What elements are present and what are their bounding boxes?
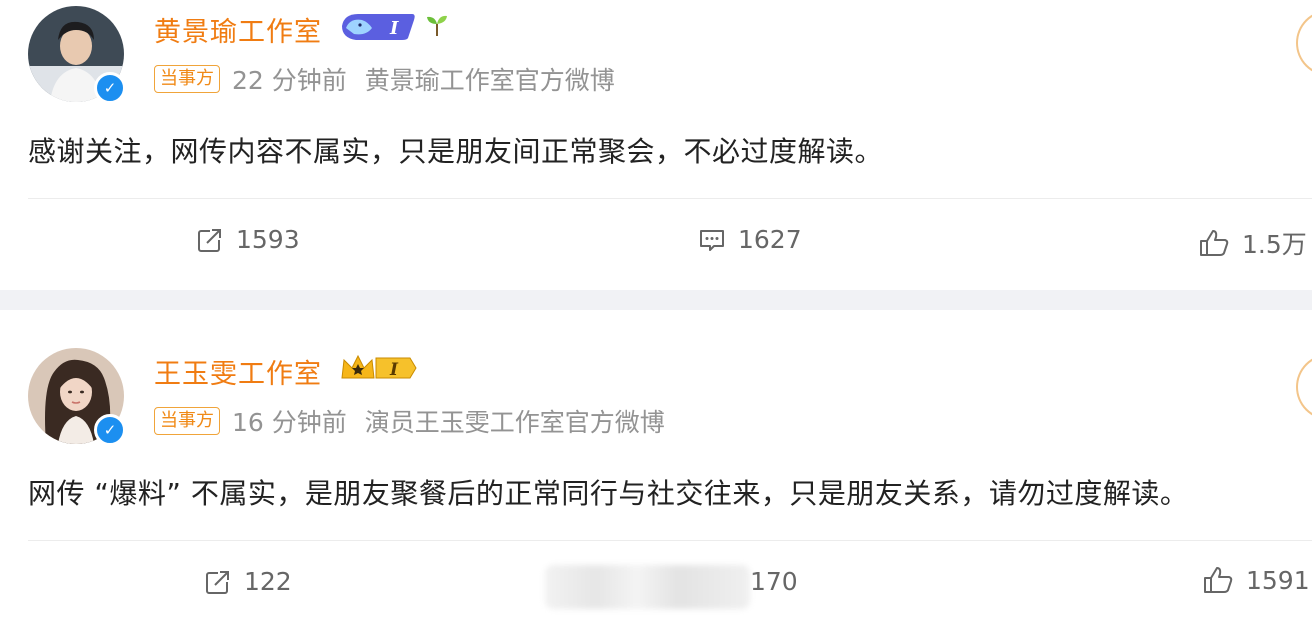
divider [28,540,1312,541]
like-count: 1591 [1246,565,1310,595]
crown-icon[interactable]: I [338,352,420,388]
post-separator [0,290,1312,310]
author-name[interactable]: 王玉雯工作室 [154,352,322,391]
verified-icon: ✓ [94,72,126,104]
comment-button[interactable]: 170 [750,567,798,596]
repost-count: 1593 [236,225,300,254]
repost-count: 122 [244,567,292,596]
post-content: 网传 “爆料” 不属实，是朋友聚餐后的正常同行与社交往来，只是朋友关系，请勿过度… [28,477,1189,510]
party-tag: 当事方 [154,65,220,93]
post-meta: 当事方 16 分钟前 演员王玉雯工作室官方微博 [154,403,665,439]
svg-text:I: I [389,360,399,380]
comment-icon [700,229,724,251]
comment-button[interactable]: 1627 [698,225,802,254]
repost-icon [198,227,222,252]
verified-icon: ✓ [94,414,126,446]
post-source: 演员王玉雯工作室官方微博 [364,408,665,437]
comment-count: 170 [750,567,798,596]
svg-text:I: I [389,18,399,39]
sprout-icon [424,12,450,42]
follow-button[interactable] [1296,10,1312,76]
blurred-region [545,565,750,609]
repost-icon [206,569,230,594]
repost-button[interactable]: 1593 [196,225,300,254]
repost-button[interactable]: 122 [204,567,292,596]
whale-icon[interactable]: I [338,10,418,46]
like-button[interactable]: 1.5万 [1198,225,1307,261]
party-tag: 当事方 [154,407,220,435]
post-content: 感谢关注，网传内容不属实，只是朋友间正常聚会，不必过度解读。 [28,135,884,168]
author-name[interactable]: 黄景瑜工作室 [154,10,322,49]
comment-count: 1627 [738,225,802,254]
post-meta: 当事方 22 分钟前 黄景瑜工作室官方微博 [154,61,615,97]
follow-button[interactable] [1296,354,1312,420]
weibo-post: ✓ 黄景瑜工作室 I 当事方 22 分钟前 黄景瑜工作室官方微博 感谢关注，网传… [0,0,1312,290]
like-button[interactable]: 1591 [1202,565,1310,595]
post-source: 黄景瑜工作室官方微博 [364,66,615,95]
divider [28,198,1312,199]
post-time[interactable]: 22 分钟前 [232,61,347,97]
like-icon [1200,230,1229,256]
like-count: 1.5万 [1242,230,1307,259]
post-time[interactable]: 16 分钟前 [232,403,347,439]
like-icon [1204,567,1233,593]
